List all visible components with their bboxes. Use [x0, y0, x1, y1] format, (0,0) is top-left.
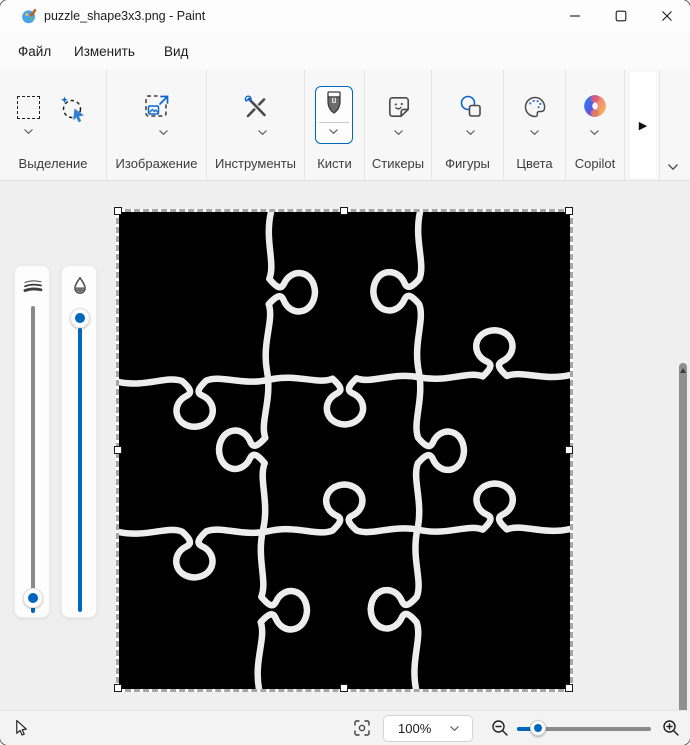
droplet-icon — [72, 276, 88, 297]
chevron-down-icon[interactable] — [158, 129, 169, 136]
title-bar: puzzle_shape3x3.png - Paint — [0, 0, 690, 32]
scrollbar-up-arrow-icon[interactable] — [680, 368, 686, 373]
chevron-down-icon[interactable] — [529, 129, 540, 136]
brush-size-thumb[interactable] — [23, 588, 43, 608]
section-label: Выделение — [0, 156, 106, 171]
menu-edit[interactable]: Изменить — [68, 40, 141, 64]
cursor-tool-icon — [13, 719, 29, 737]
zoom-in-button[interactable] — [657, 714, 685, 742]
close-icon — [661, 10, 673, 22]
minimize-icon — [569, 10, 581, 22]
flyout-arrow-icon: ▶ — [639, 119, 647, 132]
close-button[interactable] — [644, 0, 690, 32]
section-label: Цвета — [504, 156, 565, 171]
vertical-scrollbar[interactable] — [678, 363, 689, 745]
zoom-level-dropdown[interactable]: 100% — [383, 715, 473, 742]
maximize-button[interactable] — [598, 0, 644, 32]
brush-size-track[interactable] — [31, 306, 35, 592]
menu-bar: Файл Изменить Вид — [0, 32, 690, 70]
copilot-icon[interactable] — [582, 93, 608, 119]
section-label: Изображение — [107, 156, 206, 171]
resize-handle-top-right[interactable] — [565, 207, 573, 215]
sticker-icon[interactable] — [386, 94, 412, 120]
tools-icon[interactable] — [242, 93, 270, 121]
window-title: puzzle_shape3x3.png - Paint — [44, 0, 205, 32]
minimize-button[interactable] — [552, 0, 598, 32]
section-label: Инструменты — [207, 156, 304, 171]
resize-handle-top-middle[interactable] — [340, 207, 348, 215]
selection-frame[interactable] — [116, 209, 573, 692]
menu-file[interactable]: Файл — [12, 40, 57, 64]
ribbon-section-selection: Выделение — [0, 70, 107, 180]
resize-handle-bottom-middle[interactable] — [340, 684, 348, 692]
rect-select-icon[interactable] — [17, 96, 40, 119]
ribbon-section-colors: Цвета — [504, 70, 566, 180]
chevron-down-icon[interactable] — [328, 128, 339, 135]
resize-handle-bottom-left[interactable] — [114, 684, 122, 692]
chevron-down-icon[interactable] — [257, 129, 268, 136]
zoom-slider-thumb[interactable] — [530, 720, 546, 736]
status-bar: 100% — [0, 710, 690, 745]
image-icon[interactable] — [143, 93, 171, 121]
zoom-out-icon — [491, 719, 509, 737]
ribbon-section-tools: Инструменты — [207, 70, 305, 180]
zoom-level-value: 100% — [398, 721, 449, 736]
smart-select-icon[interactable] — [59, 94, 89, 124]
zoom-in-icon — [662, 719, 680, 737]
canvas-image[interactable] — [119, 212, 570, 689]
palette-icon[interactable] — [522, 94, 548, 120]
opacity-track[interactable] — [78, 328, 82, 612]
zoom-out-button[interactable] — [486, 714, 514, 742]
fit-to-screen-button[interactable] — [348, 714, 376, 742]
chevron-down-icon[interactable] — [393, 129, 404, 136]
brush-size-icon — [23, 278, 43, 294]
split-button-divider — [319, 122, 349, 123]
ribbon-section-image: Изображение — [107, 70, 207, 180]
resize-handle-middle-left[interactable] — [114, 446, 122, 454]
ribbon-toolbar: Выделение Изображение Инструменты — [0, 70, 690, 181]
chevron-down-icon — [449, 725, 460, 732]
resize-handle-top-left[interactable] — [114, 207, 122, 215]
section-label: Стикеры — [365, 156, 431, 171]
ribbon-section-brushes: Кисти — [305, 70, 365, 180]
ribbon-flyout[interactable]: ▶ — [630, 72, 656, 178]
ribbon-section-shapes: Фигуры — [432, 70, 504, 180]
brush-size-slider-panel — [14, 265, 50, 618]
scrollbar-thumb[interactable] — [679, 363, 687, 745]
collapse-ribbon-chevron-icon[interactable] — [667, 163, 679, 171]
ribbon-section-stickers: Стикеры — [365, 70, 432, 180]
opacity-thumb[interactable] — [70, 308, 90, 328]
chevron-down-icon[interactable] — [23, 128, 34, 135]
chevron-down-icon[interactable] — [589, 129, 600, 136]
ribbon-section-copilot: Copilot — [566, 70, 625, 180]
menu-view[interactable]: Вид — [158, 40, 194, 64]
resize-handle-bottom-right[interactable] — [565, 684, 573, 692]
paint-window: puzzle_shape3x3.png - Paint Файл Изменит… — [0, 0, 690, 745]
chevron-down-icon[interactable] — [465, 129, 476, 136]
brush-icon — [324, 90, 344, 120]
resize-handle-middle-right[interactable] — [565, 446, 573, 454]
section-label: Copilot — [566, 156, 624, 171]
brushes-split-button[interactable] — [315, 86, 353, 144]
maximize-icon — [615, 10, 627, 22]
fit-to-screen-icon — [354, 720, 370, 736]
opacity-slider-panel — [61, 265, 97, 618]
section-label: Фигуры — [432, 156, 503, 171]
shapes-icon[interactable] — [458, 94, 484, 120]
section-label: Кисти — [305, 156, 364, 171]
paint-app-icon — [21, 8, 37, 24]
